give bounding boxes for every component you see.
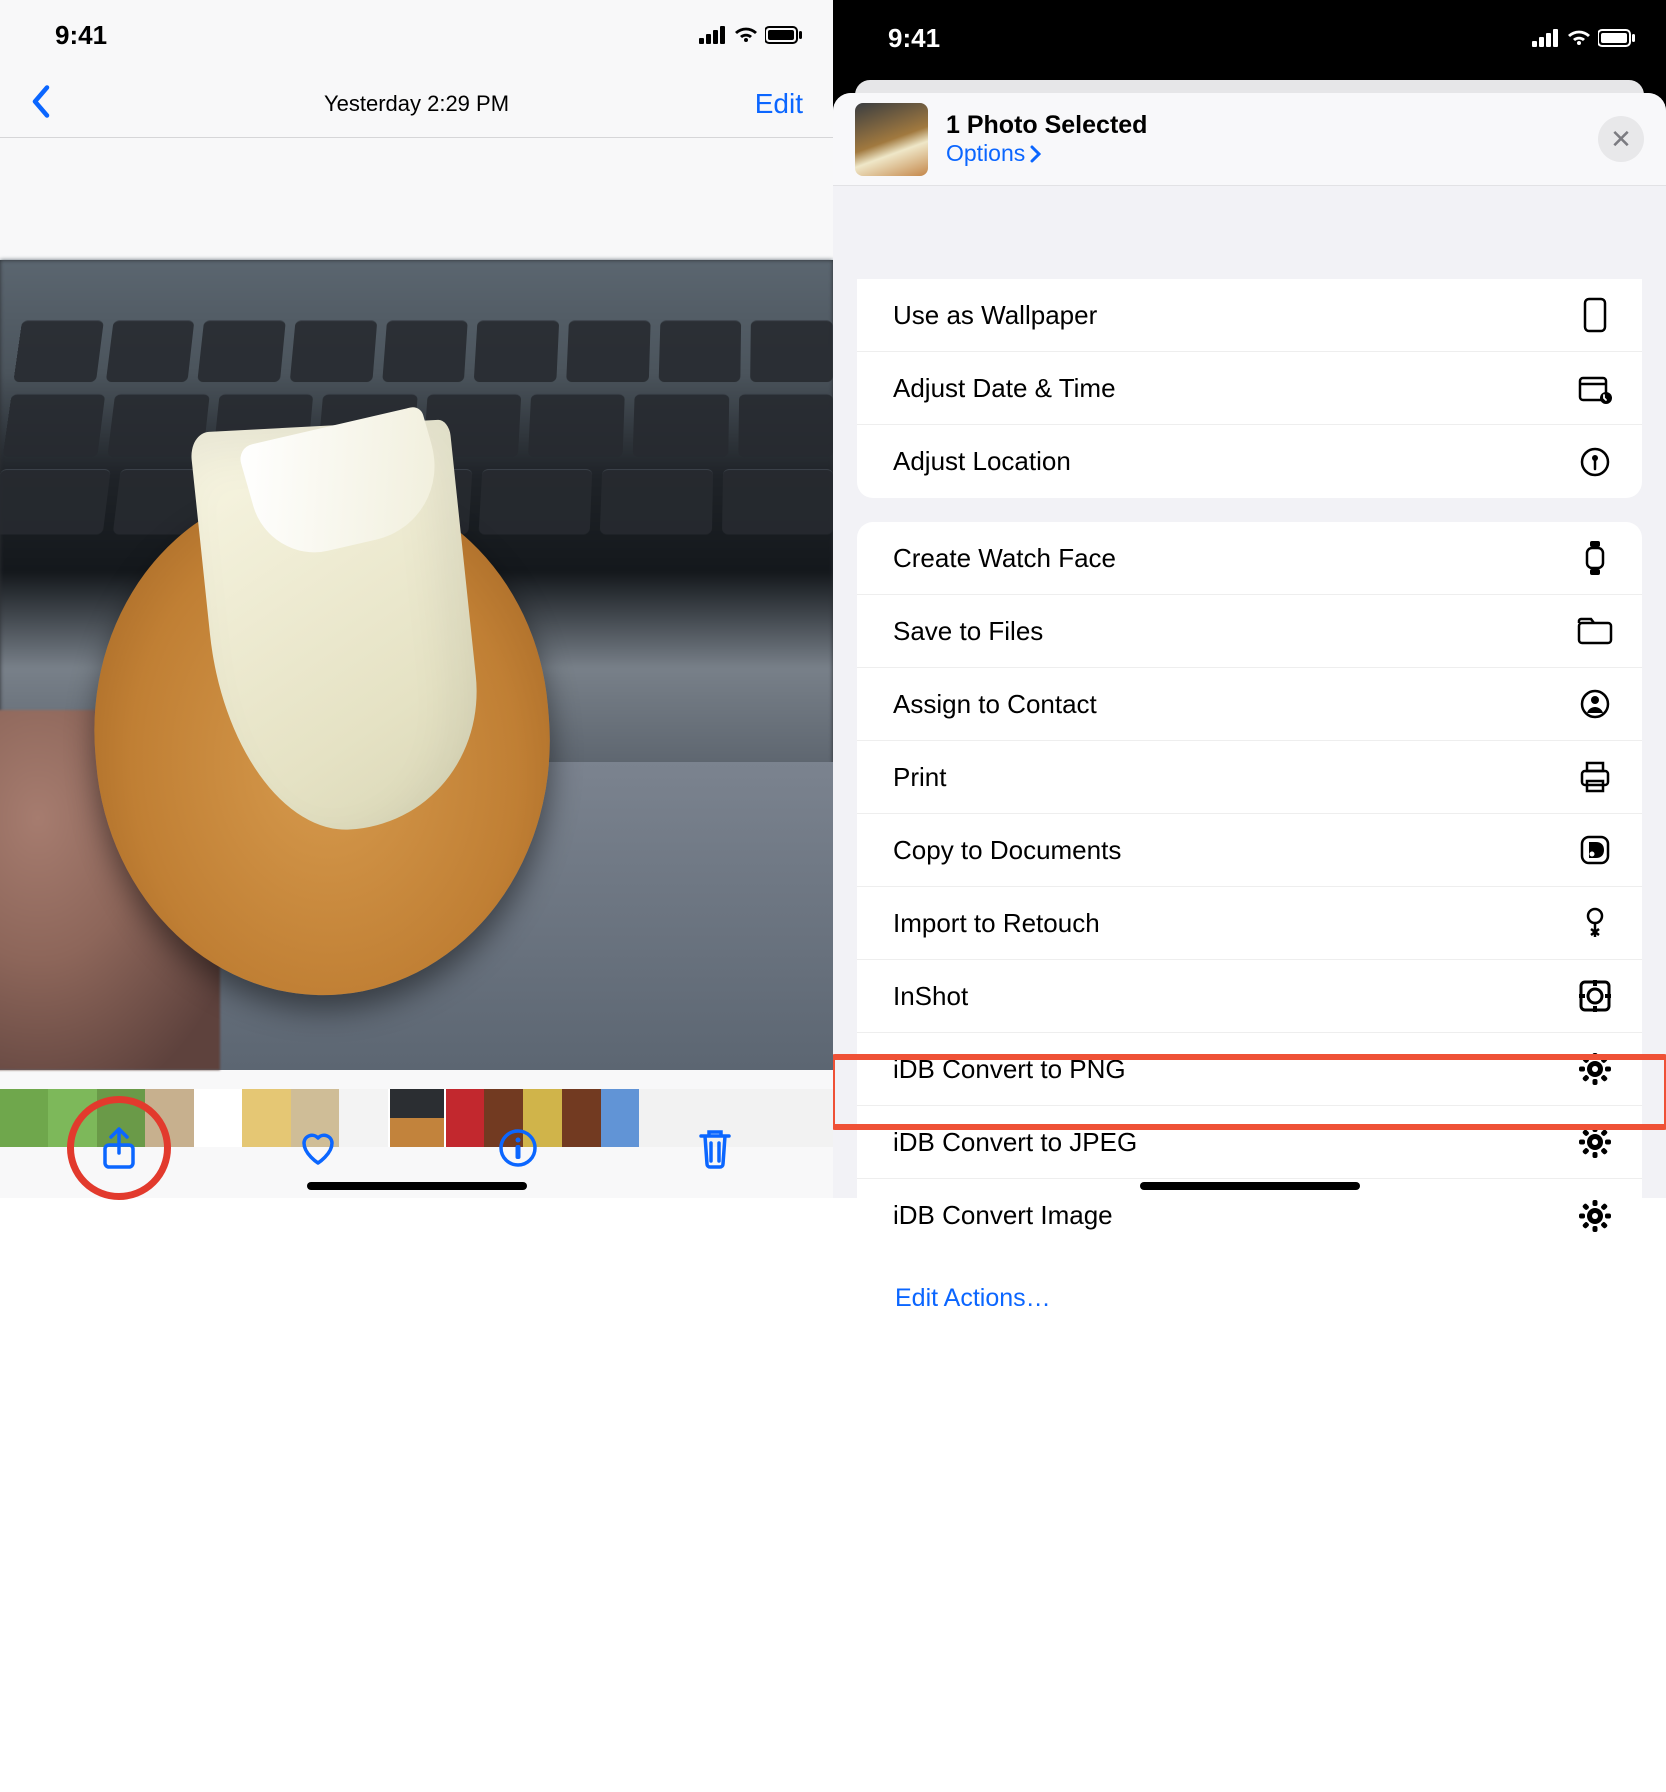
action-label: Adjust Location: [893, 446, 1071, 477]
share-sheet-options-button[interactable]: Options: [946, 140, 1147, 167]
folder-icon: [1576, 612, 1614, 650]
gear-icon: [1576, 1197, 1614, 1235]
chevron-right-icon: [1029, 145, 1041, 163]
photo-timestamp: Yesterday 2:29 PM: [324, 91, 509, 117]
status-time: 9:41: [888, 23, 940, 54]
action-assign-to-contact[interactable]: Assign to Contact: [857, 668, 1642, 741]
edit-actions-button[interactable]: Edit Actions…: [857, 1276, 1642, 1333]
highlight-annotation: [833, 1054, 1666, 1130]
action-label: Copy to Documents: [893, 835, 1121, 866]
home-indicator[interactable]: [307, 1182, 527, 1190]
wifi-icon: [1566, 29, 1592, 47]
retouch-icon: [1576, 904, 1614, 942]
share-sheet-screen: 9:41 1 Photo Selected Options ✕: [833, 0, 1666, 1198]
wifi-icon: [733, 26, 759, 44]
action-label: iDB Convert Image: [893, 1200, 1113, 1231]
action-save-to-files[interactable]: Save to Files: [857, 595, 1642, 668]
action-print[interactable]: Print: [857, 741, 1642, 814]
action-create-watch-face[interactable]: Create Watch Face: [857, 522, 1642, 595]
favorite-button[interactable]: [297, 1129, 339, 1167]
battery-icon: [765, 26, 803, 44]
status-bar: 9:41: [833, 0, 1666, 70]
share-sheet-thumbnail: [855, 103, 928, 176]
action-label: iDB Convert to JPEG: [893, 1127, 1137, 1158]
inshot-icon: [1576, 977, 1614, 1015]
action-label: Adjust Date & Time: [893, 373, 1116, 404]
status-bar: 9:41: [0, 0, 833, 70]
status-time: 9:41: [55, 20, 107, 51]
print-icon: [1576, 758, 1614, 796]
info-button[interactable]: [498, 1128, 538, 1168]
action-adjust-location[interactable]: Adjust Location: [857, 425, 1642, 498]
action-label: InShot: [893, 981, 968, 1012]
pin-icon: [1576, 443, 1614, 481]
share-sheet-header: 1 Photo Selected Options ✕: [833, 93, 1666, 186]
action-copy-to-documents[interactable]: Copy to Documents: [857, 814, 1642, 887]
share-button[interactable]: [99, 1125, 139, 1171]
delete-button[interactable]: [696, 1126, 734, 1170]
action-label: Import to Retouch: [893, 908, 1100, 939]
home-indicator[interactable]: [1140, 1182, 1360, 1190]
share-sheet: 1 Photo Selected Options ✕ Use as Wallpa…: [833, 93, 1666, 1198]
cellular-icon: [699, 26, 727, 44]
action-use-as-wallpaper[interactable]: Use as Wallpaper: [857, 279, 1642, 352]
battery-icon: [1598, 29, 1636, 47]
contact-icon: [1576, 685, 1614, 723]
photo-viewport[interactable]: [0, 260, 833, 1070]
calendar-icon: [1576, 369, 1614, 407]
action-import-to-retouch[interactable]: Import to Retouch: [857, 887, 1642, 960]
action-label: Assign to Contact: [893, 689, 1097, 720]
close-button[interactable]: ✕: [1598, 116, 1644, 162]
action-label: Use as Wallpaper: [893, 300, 1097, 331]
action-adjust-date-time[interactable]: Adjust Date & Time: [857, 352, 1642, 425]
photo-header: Yesterday 2:29 PM Edit: [0, 70, 833, 138]
close-icon: ✕: [1610, 124, 1632, 155]
share-sheet-title: 1 Photo Selected: [946, 111, 1147, 140]
back-button[interactable]: [30, 84, 52, 123]
doc-d-icon: [1576, 831, 1614, 869]
watch-icon: [1576, 539, 1614, 577]
action-label: Save to Files: [893, 616, 1043, 647]
photos-viewer-screen: 9:41 Yesterday 2:29 PM Edit: [0, 0, 833, 1198]
edit-button[interactable]: Edit: [755, 88, 803, 120]
action-label: Create Watch Face: [893, 543, 1116, 574]
cellular-icon: [1532, 29, 1560, 47]
action-inshot[interactable]: InShot: [857, 960, 1642, 1033]
action-label: Print: [893, 762, 946, 793]
phone-icon: [1576, 296, 1614, 334]
